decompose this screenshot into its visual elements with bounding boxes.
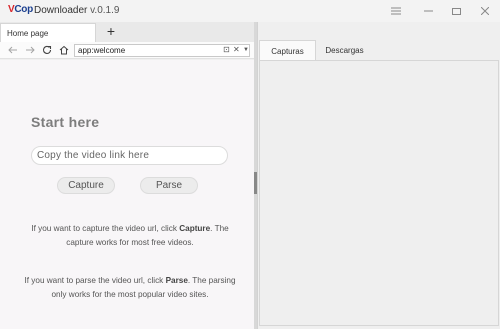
hamburger-icon — [391, 7, 401, 15]
close-button[interactable] — [470, 0, 500, 22]
navigation-bar: app:welcome ⊡ ✕ ▼ — [0, 42, 256, 59]
right-panel: Capturas Descargas — [257, 22, 500, 329]
tab-home-page[interactable]: Home page — [0, 23, 96, 42]
forward-button[interactable] — [23, 43, 37, 57]
title-bar: VCop Downloader v.0.1.9 — [0, 0, 500, 22]
capture-info-text: If you want to capture the video url, cl… — [31, 224, 229, 247]
menu-button[interactable] — [381, 0, 411, 22]
capturas-content — [259, 60, 499, 326]
tab-capturas[interactable]: Capturas — [259, 40, 316, 61]
browser-tab-strip: Home page + — [0, 22, 256, 42]
close-icon — [481, 7, 489, 15]
tab-descargas[interactable]: Descargas — [317, 40, 372, 61]
page-title: Start here — [31, 114, 100, 130]
back-button[interactable] — [6, 43, 20, 57]
welcome-page: Start here Capture Parse If you want to … — [0, 60, 254, 329]
add-tab-button[interactable]: + — [103, 23, 119, 41]
arrow-left-icon — [8, 46, 17, 54]
arrow-right-icon — [26, 46, 35, 54]
reload-button[interactable] — [40, 43, 54, 57]
home-button[interactable] — [57, 43, 71, 57]
parse-button[interactable]: Parse — [140, 177, 198, 194]
app-title: Downloader v.0.1.9 — [34, 5, 120, 16]
url-text: app:welcome — [78, 46, 126, 55]
capture-button[interactable]: Capture — [57, 177, 115, 194]
app-version: v.0.1.9 — [90, 5, 120, 16]
reload-icon — [43, 45, 52, 54]
app-logo: VCop — [8, 4, 33, 15]
clear-url-icon[interactable]: ✕ — [233, 45, 240, 54]
right-panel-tabs: Capturas Descargas — [258, 40, 500, 61]
maximize-icon — [451, 8, 461, 15]
url-bar[interactable]: app:welcome ⊡ ✕ ▼ — [74, 44, 250, 57]
dropdown-arrow-icon[interactable]: ▼ — [243, 47, 249, 53]
home-icon — [59, 45, 69, 55]
parse-info-text: If you want to parse the video url, clic… — [24, 276, 236, 299]
minimize-icon — [423, 10, 433, 12]
bookmark-icon[interactable]: ⊡ — [223, 45, 230, 54]
minimize-button[interactable] — [413, 0, 443, 22]
maximize-button[interactable] — [441, 0, 471, 22]
video-link-input[interactable] — [31, 146, 228, 165]
